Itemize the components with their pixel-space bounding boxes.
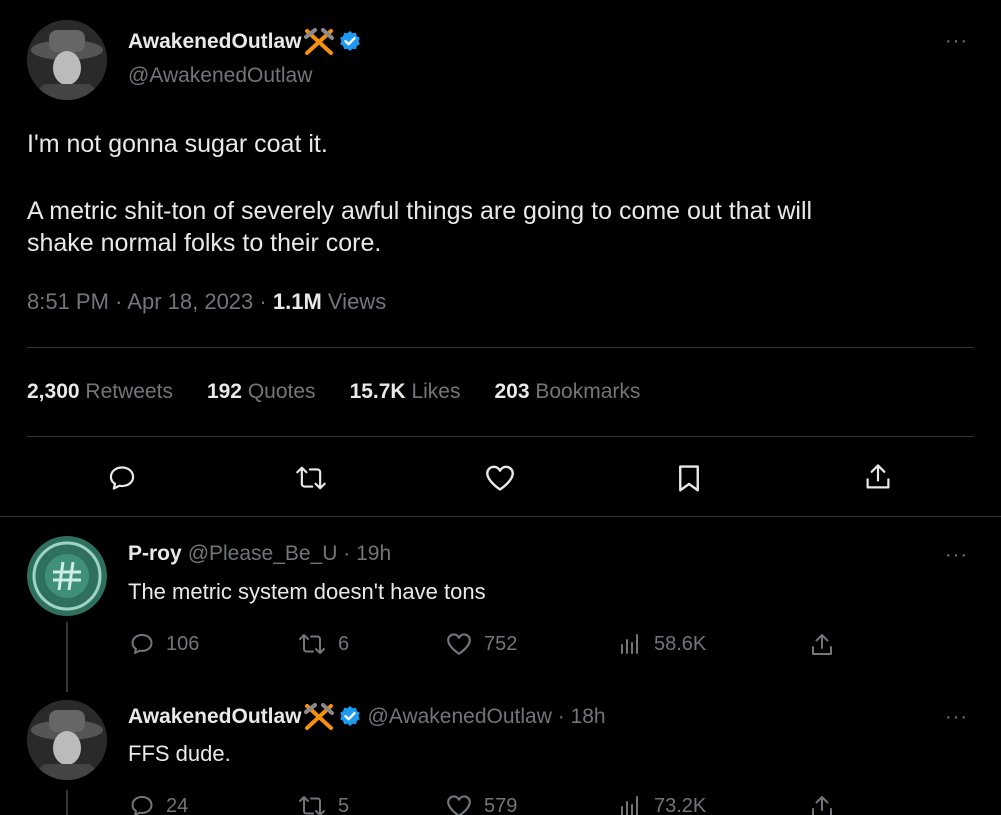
more-icon[interactable]: ··· [945,706,968,729]
tweet-time[interactable]: 8:51 PM [27,289,109,314]
tweet-text-line3: shake normal folks to their core. [27,229,382,257]
reply-action[interactable]: 106 [130,632,199,656]
retweet-action[interactable]: 5 [298,794,349,815]
heart-icon [447,795,471,815]
heart-icon[interactable] [484,464,516,492]
retweets-stat[interactable]: 2,300 Retweets [27,380,173,404]
author-row: P-roy @Please_Be_U · 19h [128,542,392,566]
reply-text: The metric system doesn't have tons [128,579,486,604]
author-name[interactable]: AwakenedOutlaw [128,30,302,54]
divider [27,347,974,348]
like-count: 579 [484,794,518,815]
bookmarks-stat[interactable]: 203 Bookmarks [494,380,640,404]
thread-line [66,790,68,815]
tweet-text-line2: A metric shit-ton of severely awful thin… [27,197,813,225]
divider [27,436,974,437]
retweet-count: 5 [338,794,350,815]
verified-badge-icon [339,706,360,726]
quotes-stat[interactable]: 192 Quotes [207,380,316,404]
views-count: 1.1M [272,289,322,314]
bookmark-icon[interactable] [676,464,702,494]
reply-icon [131,634,153,654]
views-count: 58.6K [654,632,707,655]
retweet-icon[interactable] [295,464,327,492]
hammer-and-pick-icon [303,703,334,730]
like-action[interactable]: 752 [446,632,517,656]
reply-time[interactable]: 19h [356,542,391,566]
likes-stat[interactable]: 15.7K Likes [350,380,461,404]
author-handle[interactable]: @Please_Be_U [188,542,338,566]
views-action[interactable]: 58.6K [618,632,706,656]
author-name[interactable]: AwakenedOutlaw [128,705,302,729]
like-action[interactable]: 579 [446,794,517,815]
tweet-meta: 8:51 PM · Apr 18, 2023 · 1.1M Views [27,289,387,314]
author-handle[interactable]: @AwakenedOutlaw [368,705,552,729]
reply-action[interactable]: 24 [130,794,188,815]
heart-icon [447,633,471,655]
views-icon [621,634,638,654]
avatar[interactable] [27,536,107,616]
like-count: 752 [484,632,518,655]
reply-count: 106 [166,632,200,655]
reply-tweet[interactable]: AwakenedOutlaw @AwakenedOutlaw · 18h ···… [0,690,1001,815]
views-label: Views [327,289,387,314]
share-icon[interactable] [810,794,834,815]
avatar[interactable] [27,20,107,100]
views-icon [621,796,638,815]
tweet-text-line1: I'm not gonna sugar coat it. [27,130,328,158]
share-icon[interactable] [810,632,834,658]
retweet-action[interactable]: 6 [298,632,349,656]
verified-badge-icon [339,31,360,51]
author-name[interactable]: P-roy [128,542,182,566]
author-row: AwakenedOutlaw @AwakenedOutlaw · 18h [128,703,606,731]
reply-tweet[interactable]: P-roy @Please_Be_U · 19h ··· The metric … [0,518,1001,692]
reply-text: FFS dude. [128,741,231,766]
thread-line [66,622,68,692]
avatar[interactable] [27,700,107,780]
tweet-thread: AwakenedOutlaw @AwakenedOutlaw ··· I'm n… [0,0,1001,815]
author-row: AwakenedOutlaw [128,28,362,56]
engagement-stats: 2,300 Retweets 192 Quotes 15.7K Likes 20… [27,380,674,404]
hammer-and-pick-icon [303,28,334,55]
reply-icon [131,796,153,815]
share-icon[interactable] [864,462,892,492]
main-tweet: AwakenedOutlaw @AwakenedOutlaw ··· I'm n… [0,0,1001,517]
tweet-date[interactable]: Apr 18, 2023 [127,289,253,314]
retweet-icon [299,634,325,654]
reply-icon[interactable] [108,464,136,492]
author-handle[interactable]: @AwakenedOutlaw [128,64,312,88]
retweet-icon [299,796,325,815]
retweet-count: 6 [338,632,350,655]
more-icon[interactable]: ··· [945,544,968,567]
reply-time[interactable]: 18h [571,705,606,729]
more-icon[interactable]: ··· [945,30,968,53]
reply-count: 24 [166,794,189,815]
views-count: 73.2K [654,794,707,815]
views-action[interactable]: 73.2K [618,794,706,815]
